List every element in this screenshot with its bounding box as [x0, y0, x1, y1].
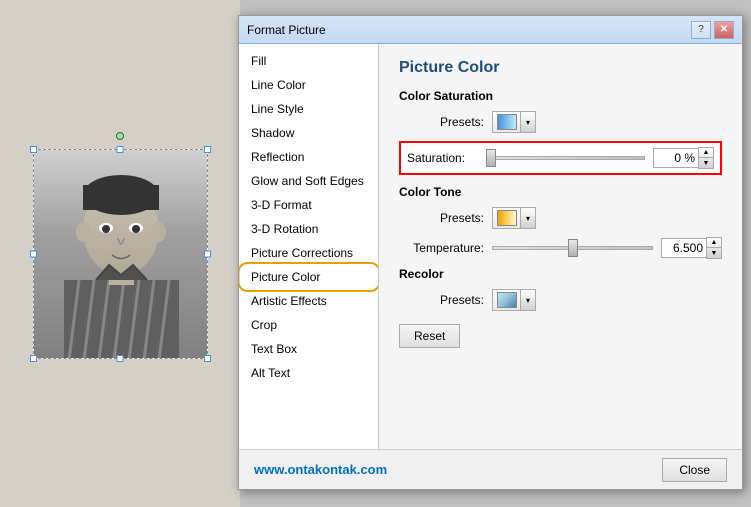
saturation-up-arrow[interactable]: ▲: [699, 148, 713, 158]
recolor-preset-icon: [492, 289, 520, 311]
recolor-preset-swatch: [497, 292, 517, 308]
saturation-down-arrow[interactable]: ▼: [699, 158, 713, 168]
saturation-slider-track[interactable]: [490, 156, 645, 160]
color-tone-header: Color Tone: [399, 185, 722, 199]
recolor-presets-row: Presets: ▾: [399, 289, 722, 311]
tone-preset-swatch: [497, 210, 517, 226]
tone-preset-arrow[interactable]: ▾: [520, 207, 536, 229]
handle-mr[interactable]: [204, 250, 211, 257]
dialog-body: Fill Line Color Line Style Shadow Reflec…: [239, 44, 742, 489]
nav-item-artistic-effects[interactable]: Artistic Effects: [239, 289, 378, 313]
temperature-value-input[interactable]: [661, 238, 706, 258]
panel-title: Picture Color: [399, 59, 722, 77]
handle-tr[interactable]: [204, 146, 211, 153]
saturation-label: Saturation:: [407, 151, 482, 165]
recolor-presets-dropdown[interactable]: ▾: [492, 289, 536, 311]
temperature-slider-thumb[interactable]: [568, 239, 578, 257]
saturation-row: Saturation: ▲ ▼: [399, 141, 722, 175]
dialog-footer: www.ontakontak.com Close: [239, 449, 742, 489]
nav-item-alt-text[interactable]: Alt Text: [239, 361, 378, 385]
format-picture-dialog: Format Picture ? ✕ Fill Line Color Line …: [238, 15, 743, 490]
slide-area: [0, 0, 240, 507]
photo-content: [34, 150, 207, 358]
nav-item-3d-rotation[interactable]: 3-D Rotation: [239, 217, 378, 241]
titlebar-controls: ? ✕: [691, 21, 734, 39]
handle-tm[interactable]: [117, 146, 124, 153]
saturation-presets-label: Presets:: [399, 115, 484, 129]
temperature-spinner-arrows: ▲ ▼: [706, 237, 722, 259]
saturation-slider-thumb[interactable]: [486, 149, 496, 167]
temperature-slider-container[interactable]: [492, 239, 653, 257]
handle-ml[interactable]: [30, 250, 37, 257]
saturation-spinner[interactable]: ▲ ▼: [653, 147, 714, 169]
nav-item-text-box[interactable]: Text Box: [239, 337, 378, 361]
color-preset-swatch: [497, 114, 517, 130]
nav-item-picture-color[interactable]: Picture Color: [239, 265, 378, 289]
help-button[interactable]: ?: [691, 21, 711, 39]
tone-presets-dropdown[interactable]: ▾: [492, 207, 536, 229]
dialog-title: Format Picture: [247, 23, 326, 37]
saturation-value-input[interactable]: [653, 148, 698, 168]
nav-item-fill[interactable]: Fill: [239, 49, 378, 73]
nav-item-crop[interactable]: Crop: [239, 313, 378, 337]
saturation-presets-dropdown[interactable]: ▾: [492, 111, 536, 133]
rotation-handle[interactable]: [116, 132, 124, 140]
close-dialog-button[interactable]: Close: [662, 458, 727, 482]
recolor-header: Recolor: [399, 267, 722, 281]
nav-panel: Fill Line Color Line Style Shadow Reflec…: [239, 44, 379, 489]
temperature-label: Temperature:: [399, 241, 484, 255]
reset-button[interactable]: Reset: [399, 324, 460, 348]
nav-item-3d-format[interactable]: 3-D Format: [239, 193, 378, 217]
saturation-presets-row: Presets: ▾: [399, 111, 722, 133]
handle-bl[interactable]: [30, 355, 37, 362]
nav-item-picture-corrections[interactable]: Picture Corrections: [239, 241, 378, 265]
handle-br[interactable]: [204, 355, 211, 362]
handle-bm[interactable]: [117, 355, 124, 362]
handle-tl[interactable]: [30, 146, 37, 153]
dialog-titlebar: Format Picture ? ✕: [239, 16, 742, 44]
saturation-preset-icon: [492, 111, 520, 133]
titlebar-close-button[interactable]: ✕: [714, 21, 734, 39]
website-link[interactable]: www.ontakontak.com: [254, 462, 387, 477]
nav-item-line-style[interactable]: Line Style: [239, 97, 378, 121]
nav-item-reflection[interactable]: Reflection: [239, 145, 378, 169]
nav-item-line-color[interactable]: Line Color: [239, 73, 378, 97]
color-saturation-header: Color Saturation: [399, 89, 722, 103]
recolor-presets-label: Presets:: [399, 293, 484, 307]
nav-item-glow[interactable]: Glow and Soft Edges: [239, 169, 378, 193]
recolor-preset-arrow[interactable]: ▾: [520, 289, 536, 311]
temperature-spinner[interactable]: ▲ ▼: [661, 237, 722, 259]
image-frame[interactable]: [33, 149, 208, 359]
temperature-up-arrow[interactable]: ▲: [707, 238, 721, 248]
saturation-spinner-arrows: ▲ ▼: [698, 147, 714, 169]
nav-item-shadow[interactable]: Shadow: [239, 121, 378, 145]
temperature-row: Temperature: ▲ ▼: [399, 237, 722, 259]
saturation-slider-container[interactable]: [490, 149, 645, 167]
temperature-slider-track[interactable]: [492, 246, 653, 250]
tone-presets-label: Presets:: [399, 211, 484, 225]
tone-presets-row: Presets: ▾: [399, 207, 722, 229]
temperature-down-arrow[interactable]: ▼: [707, 248, 721, 258]
saturation-preset-arrow[interactable]: ▾: [520, 111, 536, 133]
tone-preset-icon: [492, 207, 520, 229]
content-panel: Picture Color Color Saturation Presets: …: [379, 44, 742, 489]
